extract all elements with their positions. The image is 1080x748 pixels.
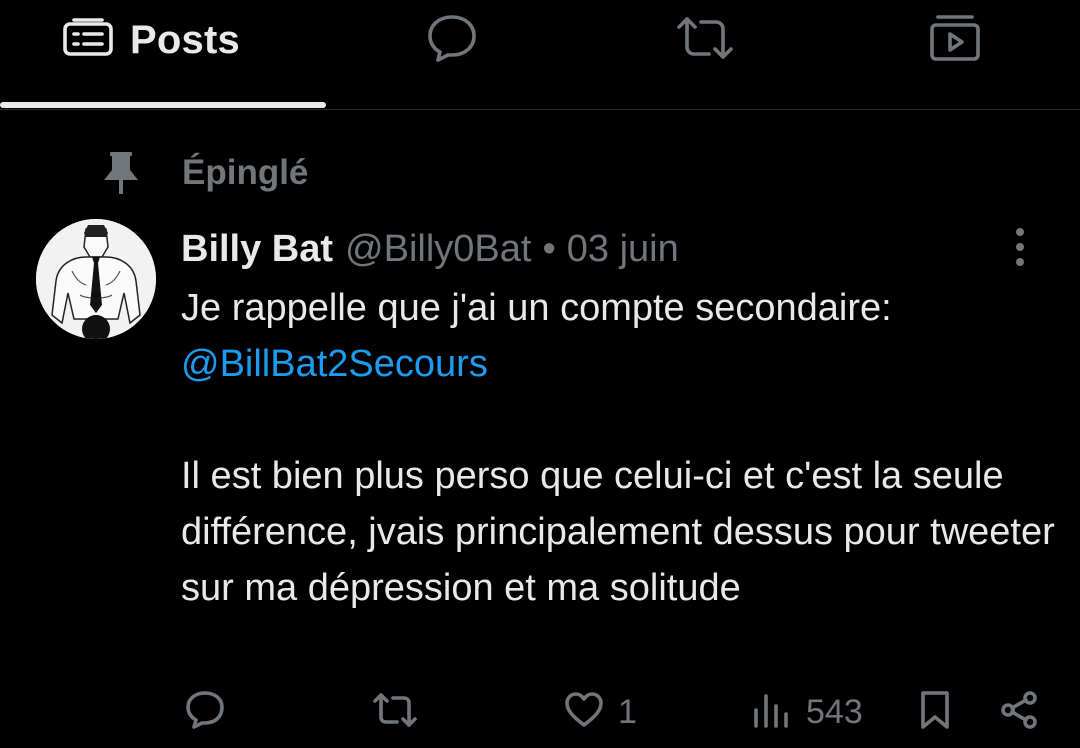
repost-icon [675, 15, 735, 66]
share-button[interactable] [998, 684, 1040, 740]
views-button[interactable]: 543 [752, 684, 863, 740]
tab-reposts[interactable] [675, 0, 735, 80]
tab-posts-label: Posts [130, 17, 240, 62]
media-play-icon [928, 13, 982, 68]
post-body: Je rappelle que j'ai un compte secondair… [181, 280, 1061, 616]
pinned-indicator: Épinglé [100, 148, 308, 198]
more-options-button[interactable] [1002, 224, 1038, 270]
tab-media[interactable] [928, 0, 982, 80]
reply-button[interactable] [184, 684, 226, 740]
posts-tab-icon [62, 17, 114, 63]
author-name[interactable]: Billy Bat [181, 228, 333, 271]
tab-posts[interactable]: Posts [62, 0, 240, 80]
pinned-label: Épinglé [182, 153, 309, 192]
repost-button[interactable] [372, 684, 418, 740]
tab-replies[interactable] [424, 0, 480, 80]
bookmark-button[interactable] [918, 684, 952, 740]
post-actions: 1 543 [0, 684, 1080, 748]
profile-tab-bar: Posts [0, 0, 1080, 110]
post-date[interactable]: 03 juin [567, 228, 679, 271]
active-tab-indicator [0, 102, 326, 108]
heart-icon [564, 691, 604, 734]
share-icon [998, 689, 1040, 736]
post-header: Billy Bat @Billy0Bat • 03 juin [181, 222, 679, 276]
author-handle[interactable]: @Billy0Bat [345, 228, 531, 271]
post-text-paragraph2: Il est bien plus perso que celui-ci et c… [181, 455, 1055, 609]
repost-icon [372, 691, 418, 734]
like-count: 1 [618, 692, 637, 731]
avatar[interactable] [36, 219, 156, 339]
mention-link[interactable]: @BillBat2Secours [181, 343, 488, 385]
more-vertical-icon [1002, 228, 1038, 274]
speech-bubble-icon [425, 13, 479, 68]
reply-icon [184, 689, 226, 736]
header-separator: • [542, 227, 556, 270]
post-text-line1: Je rappelle que j'ai un compte secondair… [181, 287, 892, 329]
views-count: 543 [806, 692, 863, 731]
views-bar-icon [752, 690, 792, 735]
like-button[interactable]: 1 [564, 684, 637, 740]
pin-icon [100, 150, 142, 196]
bookmark-icon [918, 689, 952, 736]
